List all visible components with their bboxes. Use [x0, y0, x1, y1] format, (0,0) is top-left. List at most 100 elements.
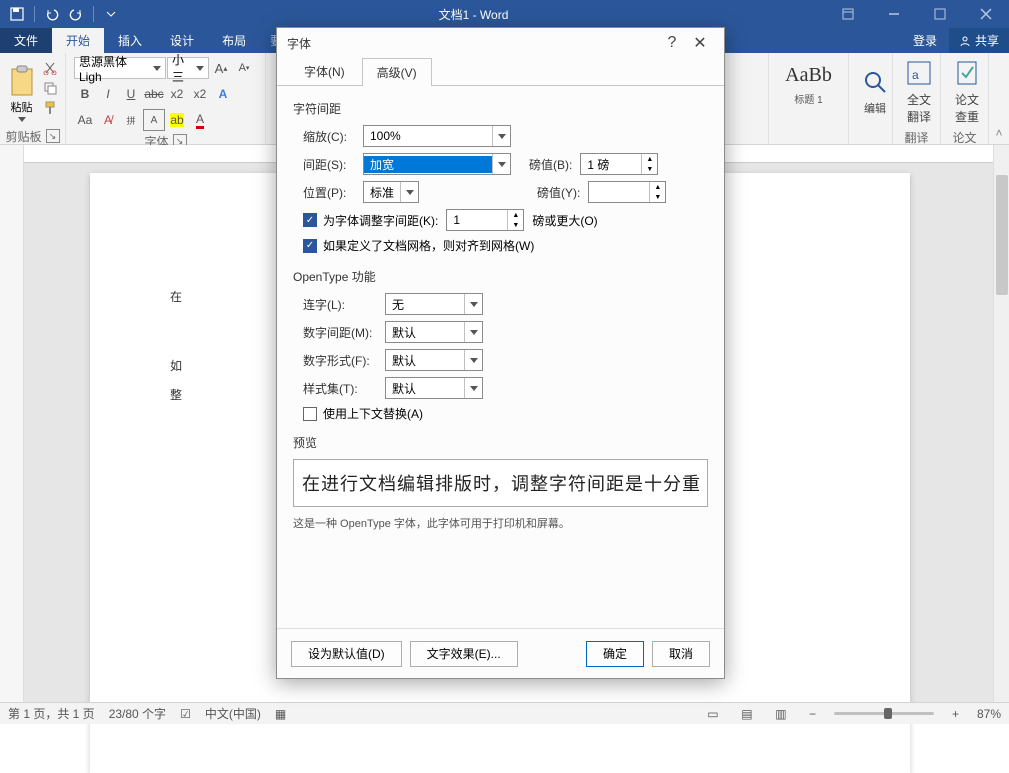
page-status[interactable]: 第 1 页，共 1 页: [8, 705, 95, 722]
group-label-clipboard: 剪贴板: [5, 128, 41, 145]
minimize-icon[interactable]: [871, 0, 917, 28]
tab-file[interactable]: 文件: [0, 28, 52, 53]
font-color-icon[interactable]: A: [189, 109, 211, 131]
numform-combobox[interactable]: 默认: [385, 349, 483, 371]
kerning-spinner[interactable]: 1 ▲▼: [446, 209, 524, 231]
font-name-select[interactable]: 思源黑体 Ligh: [74, 57, 166, 79]
text-effects-icon[interactable]: A: [212, 83, 234, 105]
dialog-titlebar[interactable]: 字体 ? ✕: [277, 28, 724, 58]
spin-down-icon[interactable]: ▼: [507, 220, 523, 230]
kerning-checkbox[interactable]: ✓ 为字体调整字间距(K):: [303, 212, 438, 229]
snap-grid-checkbox[interactable]: ✓ 如果定义了文档网格，则对齐到网格(W): [303, 237, 534, 254]
ligatures-combobox[interactable]: 无: [385, 293, 483, 315]
dialog-help-icon[interactable]: ?: [658, 29, 686, 57]
spin-up-icon[interactable]: ▲: [641, 154, 657, 164]
tab-font-basic[interactable]: 字体(N): [289, 57, 360, 85]
save-icon[interactable]: [6, 3, 28, 25]
login-button[interactable]: 登录: [901, 32, 949, 49]
spin-down-icon[interactable]: ▼: [649, 192, 665, 202]
grow-font-icon[interactable]: A▴: [210, 57, 232, 79]
editing-menu[interactable]: 编辑: [853, 55, 897, 128]
ok-button[interactable]: 确定: [586, 641, 644, 667]
status-bar: 第 1 页，共 1 页 23/80 个字 ☑ 中文(中国) ▦ ▭ ▤ ▥ − …: [0, 702, 1009, 724]
vertical-ruler[interactable]: [0, 145, 24, 702]
spacing-combobox[interactable]: 加宽: [363, 153, 511, 175]
zoom-slider[interactable]: [834, 712, 934, 715]
clipboard-dialog-launcher[interactable]: ↘: [46, 129, 60, 143]
preview-note: 这是一种 OpenType 字体，此字体可用于打印机和屏幕。: [293, 515, 708, 531]
tab-design[interactable]: 设计: [156, 28, 208, 53]
window-controls: [825, 0, 1009, 28]
scrollbar-thumb[interactable]: [996, 175, 1008, 295]
styleset-combobox[interactable]: 默认: [385, 377, 483, 399]
copy-icon[interactable]: [41, 79, 59, 97]
chevron-down-icon[interactable]: [400, 182, 418, 202]
redo-icon[interactable]: [65, 3, 87, 25]
maximize-icon[interactable]: [917, 0, 963, 28]
shrink-font-icon[interactable]: A▾: [233, 57, 255, 79]
bold-icon[interactable]: B: [74, 83, 96, 105]
print-layout-icon[interactable]: ▤: [737, 706, 757, 722]
subscript-icon[interactable]: x2: [166, 83, 188, 105]
cancel-button[interactable]: 取消: [652, 641, 710, 667]
chevron-down-icon[interactable]: [464, 350, 482, 370]
qat-customize-icon[interactable]: [100, 3, 122, 25]
numspacing-combobox[interactable]: 默认: [385, 321, 483, 343]
position-pt-spinner[interactable]: ▲▼: [588, 181, 666, 203]
zoom-level[interactable]: 87%: [977, 707, 1001, 721]
proofing-icon[interactable]: ☑: [180, 707, 191, 721]
paste-button[interactable]: 粘贴: [4, 55, 39, 128]
strikethrough-icon[interactable]: abc: [143, 83, 165, 105]
tab-font-advanced[interactable]: 高级(V): [362, 58, 432, 86]
word-count[interactable]: 23/80 个字: [109, 705, 166, 722]
zoom-out-icon[interactable]: −: [805, 707, 820, 721]
chevron-down-icon[interactable]: [464, 322, 482, 342]
macro-icon[interactable]: ▦: [275, 707, 286, 721]
spacing-pt-spinner[interactable]: 1 磅 ▲▼: [580, 153, 658, 175]
scale-combobox[interactable]: 100%: [363, 125, 511, 147]
collapse-ribbon-icon[interactable]: ˄: [995, 126, 1002, 140]
vertical-scrollbar[interactable]: [993, 145, 1009, 702]
dialog-close-icon[interactable]: ✕: [686, 29, 714, 57]
change-case-icon[interactable]: Aa: [74, 109, 96, 131]
position-combobox[interactable]: 标准: [363, 181, 419, 203]
language-status[interactable]: 中文(中国): [205, 705, 261, 722]
style-heading1[interactable]: AaBb 标题 1: [781, 57, 837, 113]
dialog-title: 字体: [287, 35, 311, 52]
review-button[interactable]: 论文查重: [945, 55, 989, 129]
spin-up-icon[interactable]: ▲: [507, 210, 523, 220]
read-mode-icon[interactable]: ▭: [703, 706, 723, 722]
chevron-down-icon[interactable]: [492, 126, 510, 146]
context-alt-checkbox[interactable]: 使用上下文替换(A): [303, 405, 423, 422]
clear-format-icon[interactable]: A̸: [97, 109, 119, 131]
underline-icon[interactable]: U: [120, 83, 142, 105]
chevron-down-icon[interactable]: [464, 294, 482, 314]
font-size-select[interactable]: 小三: [167, 57, 209, 79]
phonetic-guide-icon[interactable]: 拼: [120, 109, 142, 131]
tab-insert[interactable]: 插入: [104, 28, 156, 53]
cut-icon[interactable]: [41, 59, 59, 77]
group-label-translate: 翻译: [904, 129, 928, 146]
web-layout-icon[interactable]: ▥: [771, 706, 791, 722]
ribbon-options-icon[interactable]: [825, 0, 871, 28]
format-painter-icon[interactable]: [41, 99, 59, 117]
superscript-icon[interactable]: x2: [189, 83, 211, 105]
close-icon[interactable]: [963, 0, 1009, 28]
tab-layout[interactable]: 布局: [208, 28, 260, 53]
set-default-button[interactable]: 设为默认值(D): [291, 641, 402, 667]
spin-up-icon[interactable]: ▲: [649, 182, 665, 192]
zoom-in-icon[interactable]: +: [948, 707, 963, 721]
chevron-down-icon[interactable]: [492, 154, 510, 174]
chevron-down-icon: [18, 117, 26, 122]
preview-box: 在进行文档编辑排版时，调整字符间距是十分重: [293, 459, 708, 507]
translate-button[interactable]: a 全文翻译: [897, 55, 941, 129]
spin-down-icon[interactable]: ▼: [641, 164, 657, 174]
text-effects-button[interactable]: 文字效果(E)...: [410, 641, 518, 667]
italic-icon[interactable]: I: [97, 83, 119, 105]
share-button[interactable]: 共享: [949, 28, 1009, 53]
chevron-down-icon[interactable]: [464, 378, 482, 398]
undo-icon[interactable]: [41, 3, 63, 25]
tab-home[interactable]: 开始: [52, 28, 104, 53]
highlight-icon[interactable]: ab: [166, 109, 188, 131]
char-border-icon[interactable]: A: [143, 109, 165, 131]
